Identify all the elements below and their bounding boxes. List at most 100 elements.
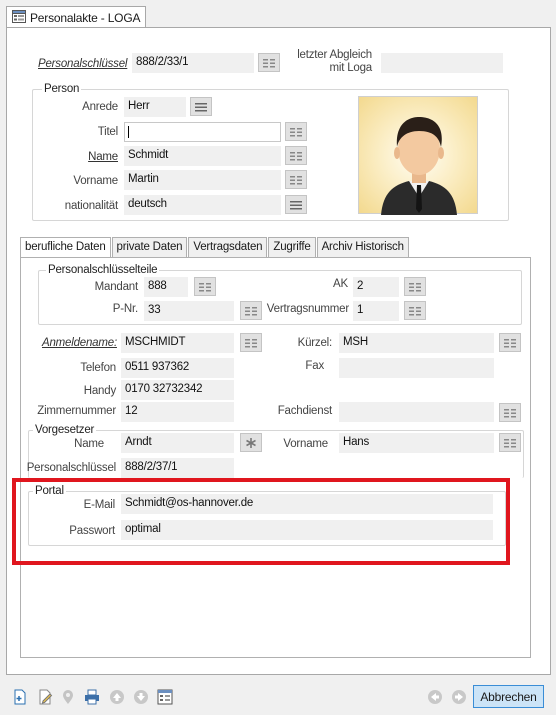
subtab-bar: berufliche Daten private Daten Vertragsd… (20, 237, 410, 258)
arrow-down-circle-icon (134, 690, 148, 704)
list-icon (504, 438, 516, 447)
personalschluesselteile-title: Personalschlüsselteile (46, 264, 160, 276)
arrow-up-circle-icon (110, 690, 124, 704)
vorgesetzer-search-button[interactable] (240, 433, 262, 452)
tab-personalakte[interactable]: Personalakte - LOGA (6, 6, 146, 28)
zimmernummer-label: Zimmernummer (37, 405, 116, 417)
telefon-field[interactable]: 0511 937362 (121, 358, 234, 378)
ak-lookup-button[interactable] (404, 277, 426, 296)
list-icon (199, 282, 211, 291)
mandant-label: Mandant (94, 281, 139, 293)
list-icon (290, 175, 302, 184)
zimmernummer-field[interactable]: 12 (121, 402, 234, 422)
abgleich-field (381, 53, 503, 73)
vorgesetzer-personalschluessel-field[interactable]: 888/2/37/1 (121, 458, 234, 478)
fachdienst-field[interactable] (339, 402, 494, 422)
move-down-button[interactable] (131, 687, 151, 707)
personalschluessel-field[interactable]: 888/2/33/1 (132, 53, 254, 73)
pnr-lookup-button[interactable] (240, 301, 262, 320)
vorgesetzer-title: Vorgesetzer (33, 424, 97, 436)
list-icon (409, 306, 421, 315)
list-icon (504, 408, 516, 417)
titel-lookup-button[interactable] (285, 122, 307, 141)
edit-document-button[interactable] (35, 687, 55, 707)
person-group-title: Person (42, 83, 82, 95)
arrow-right-circle-icon (452, 690, 466, 704)
person-silhouette-icon (381, 117, 457, 215)
name-field[interactable]: Schmidt (124, 146, 281, 166)
print-button[interactable] (82, 687, 102, 707)
list-icon (290, 151, 302, 160)
ak-label: AK (333, 278, 348, 290)
kuerzel-lookup-button[interactable] (499, 333, 521, 352)
anmeldename-field[interactable]: MSCHMIDT (121, 333, 234, 353)
vorname-lookup-button[interactable] (285, 170, 307, 189)
anmeldename-lookup-button[interactable] (240, 333, 262, 352)
nationalitaet-select-button[interactable] (285, 195, 307, 214)
new-document-icon (14, 689, 26, 705)
name-label[interactable]: Name (60, 151, 118, 163)
ak-field[interactable]: 2 (353, 277, 399, 297)
list-icon (245, 338, 257, 347)
vertragsnummer-field[interactable]: 1 (353, 301, 399, 321)
kuerzel-label: Kürzel: (297, 337, 333, 349)
list-icon (504, 338, 516, 347)
vertragsnummer-lookup-button[interactable] (404, 301, 426, 320)
vertragsnummer-label: Vertragsnummer (266, 303, 349, 315)
anrede-select-button[interactable] (190, 97, 212, 116)
personalschluessel-lookup-button[interactable] (258, 53, 280, 72)
vorname-field[interactable]: Martin (124, 170, 281, 190)
nationalitaet-field[interactable]: deutsch (124, 195, 281, 215)
portal-highlight-frame (12, 478, 510, 565)
tab-label: Personalakte - LOGA (30, 10, 141, 25)
personalschluessel-label[interactable]: Personalschlüssel (38, 58, 127, 70)
vorgesetzer-name-label: Name (74, 438, 104, 450)
telefon-label: Telefon (80, 362, 116, 374)
next-record-button[interactable] (449, 687, 469, 707)
arrow-left-circle-icon (428, 690, 442, 704)
fax-field[interactable] (339, 358, 494, 378)
pnr-label: P-Nr. (112, 303, 138, 315)
text-cursor (128, 126, 129, 138)
subtab-private-daten[interactable]: private Daten (111, 237, 188, 257)
fachdienst-lookup-button[interactable] (499, 403, 521, 422)
form-view-button[interactable] (155, 687, 175, 707)
subtab-vertragsdaten[interactable]: Vertragsdaten (188, 237, 268, 257)
list-icon (409, 282, 421, 291)
pnr-field[interactable]: 33 (144, 301, 234, 321)
handy-label: Handy (83, 385, 116, 397)
grid-form-icon (12, 9, 26, 26)
cancel-button[interactable]: Abbrechen (473, 685, 544, 708)
titel-label: Titel (97, 126, 119, 138)
move-up-button[interactable] (107, 687, 127, 707)
vorgesetzer-vorname-field[interactable]: Hans (339, 433, 494, 453)
mandant-field[interactable]: 888 (144, 277, 188, 297)
anrede-field[interactable]: Herr (124, 97, 186, 117)
edit-document-icon (39, 689, 53, 705)
vorgesetzer-vorname-label: Vorname (283, 438, 328, 450)
subtab-archiv-historisch[interactable]: Archiv Historisch (316, 237, 409, 257)
grid-form-icon (157, 689, 173, 705)
new-document-button[interactable] (10, 687, 30, 707)
asterisk-icon (246, 437, 256, 448)
titel-input[interactable] (124, 122, 281, 142)
fachdienst-label: Fachdienst (277, 405, 332, 417)
anmeldename-label[interactable]: Anmeldename: (42, 337, 117, 349)
mandant-lookup-button[interactable] (194, 277, 216, 296)
handy-field[interactable]: 0170 32732342 (121, 380, 234, 400)
list-icon (290, 200, 302, 209)
person-avatar (358, 96, 478, 215)
list-icon (290, 127, 302, 136)
kuerzel-field[interactable]: MSH (339, 333, 494, 353)
abgleich-label: letzter Abgleich mit Loga (297, 49, 372, 74)
location-button[interactable] (58, 687, 78, 707)
previous-record-button[interactable] (425, 687, 445, 707)
vorgesetzer-name-field[interactable]: Arndt (121, 433, 234, 453)
personalschluesselteile-group (38, 270, 522, 325)
nationalitaet-label: nationalität (64, 200, 118, 212)
subtab-zugriffe[interactable]: Zugriffe (268, 237, 316, 257)
subtab-berufliche-daten[interactable]: berufliche Daten (20, 237, 111, 258)
map-pin-icon (63, 690, 73, 704)
vorgesetzer-vorname-lookup-button[interactable] (499, 433, 521, 452)
name-lookup-button[interactable] (285, 146, 307, 165)
